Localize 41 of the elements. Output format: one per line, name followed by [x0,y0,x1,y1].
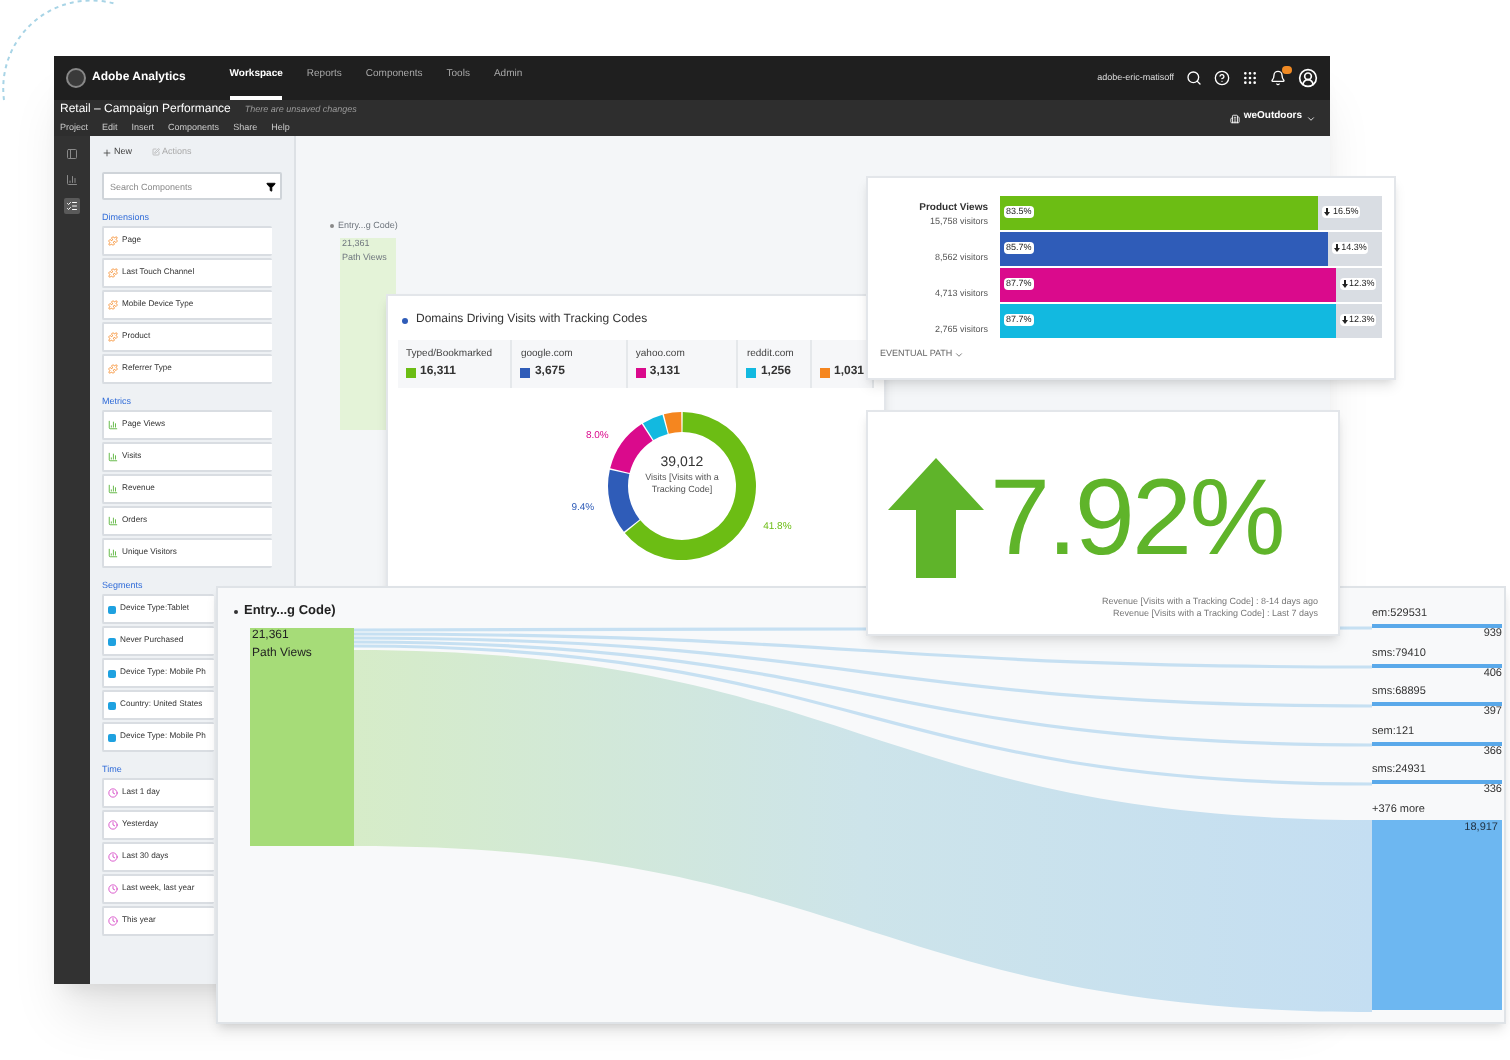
search-icon[interactable] [1186,70,1202,86]
bell-icon[interactable] [1270,70,1286,86]
chevron-icon [954,349,965,360]
filter-icon[interactable] [266,181,276,191]
help-icon[interactable] [1214,70,1230,86]
down-arrow-icon [1341,316,1347,324]
clock-icon [108,788,118,798]
puzzle-icon [108,332,118,342]
puzzle-icon [108,268,118,278]
list-icon[interactable] [66,200,78,212]
bullet-icon [402,318,408,324]
down-arrow-icon [1333,244,1340,252]
metric-value: 7.92% [990,458,1283,578]
pen-icon [152,148,161,156]
puzzle-icon [108,300,118,310]
segment-icon [108,733,116,741]
puzzle-icon [108,236,118,246]
clock-icon [108,852,118,862]
bar-chart-icon [108,516,118,526]
apps-icon[interactable] [1242,70,1258,86]
avatar-icon[interactable] [1298,68,1318,88]
puzzle-icon [108,364,118,374]
plus-icon [102,147,112,157]
segment-icon [108,605,116,613]
bar-chart-icon [108,452,118,462]
segment-icon [108,637,116,645]
building-icon [1229,113,1240,123]
panel-icon[interactable] [66,148,78,160]
segment-icon [108,701,116,709]
clock-icon [108,884,118,894]
bar-chart-icon [108,484,118,494]
down-arrow-icon [1341,280,1347,288]
chevron-icon[interactable] [1306,113,1316,123]
bar-chart-icon [108,420,118,430]
bar-chart-icon [108,548,118,558]
clock-icon [108,916,118,926]
segment-icon [108,669,116,677]
logo-icon [66,68,86,88]
bar-chart-icon[interactable] [66,174,78,186]
clock-icon [108,820,118,830]
down-arrow-icon [1324,208,1331,216]
